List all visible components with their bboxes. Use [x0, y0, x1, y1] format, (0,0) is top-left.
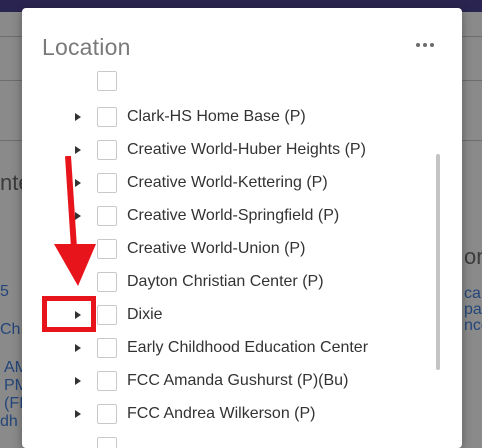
item-checkbox[interactable] — [97, 239, 117, 259]
annotation-arrow-icon — [50, 156, 100, 290]
item-checkbox[interactable] — [97, 272, 117, 292]
list-scrollbar[interactable] — [436, 154, 440, 370]
item-label: Creative World-Kettering (P) — [127, 174, 328, 192]
background-text-fragment: (FI — [4, 396, 24, 412]
expand-caret-icon[interactable] — [70, 109, 86, 125]
list-item — [22, 430, 442, 448]
item-label: FCC Andrea Wilkerson (P) — [127, 405, 316, 423]
item-checkbox[interactable] — [97, 404, 117, 424]
item-checkbox[interactable] — [97, 206, 117, 226]
item-label: Creative World-Huber Heights (P) — [127, 141, 366, 159]
item-checkbox[interactable] — [97, 437, 117, 448]
list-item[interactable]: FCC Amanda Gushurst (P)(Bu) — [22, 364, 442, 397]
background-text-fragment: dh — [0, 414, 18, 430]
background-text-fragment: pa — [464, 302, 482, 318]
item-checkbox[interactable] — [97, 173, 117, 193]
item-label: Dixie — [127, 306, 163, 324]
background-text-fragment: Ch — [0, 322, 20, 338]
item-label: FCC Amanda Gushurst (P)(Bu) — [127, 372, 348, 390]
item-checkbox[interactable] — [97, 107, 117, 127]
background-text-fragment: 5 — [0, 284, 9, 300]
dialog-title: Location — [42, 34, 131, 61]
list-item — [22, 64, 442, 97]
ellipsis-dot — [423, 43, 427, 47]
background-text-fragment: ca — [464, 286, 481, 302]
item-label: Early Childhood Education Center — [127, 339, 368, 357]
list-item[interactable]: Clark-HS Home Base (P) — [22, 100, 442, 133]
item-checkbox[interactable] — [97, 338, 117, 358]
item-checkbox[interactable] — [97, 371, 117, 391]
expand-caret-icon[interactable] — [70, 340, 86, 356]
ellipsis-dot — [416, 43, 420, 47]
annotation-highlight-box — [42, 296, 96, 332]
list-item[interactable]: Early Childhood Education Center — [22, 331, 442, 364]
background-text-fragment: nce — [464, 318, 482, 334]
background-heading-fragment: om — [464, 246, 482, 268]
item-label: Clark-HS Home Base (P) — [127, 108, 306, 126]
more-options-button[interactable] — [416, 40, 434, 50]
item-checkbox[interactable] — [97, 305, 117, 325]
item-checkbox[interactable] — [97, 71, 117, 91]
item-label: Creative World-Union (P) — [127, 240, 305, 258]
ellipsis-dot — [430, 43, 434, 47]
expand-caret-icon[interactable] — [70, 406, 86, 422]
item-checkbox[interactable] — [97, 140, 117, 160]
item-label: Creative World-Springfield (P) — [127, 207, 339, 225]
expand-caret-icon[interactable] — [70, 373, 86, 389]
item-label: Dayton Christian Center (P) — [127, 273, 324, 291]
list-item[interactable]: FCC Andrea Wilkerson (P) — [22, 397, 442, 430]
